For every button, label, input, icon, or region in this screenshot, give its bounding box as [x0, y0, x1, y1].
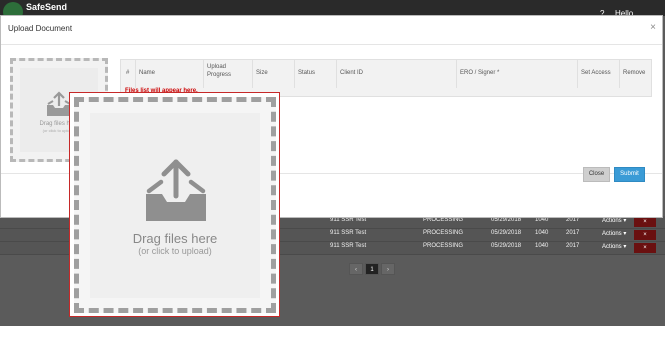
client-cell: 911 SSR Test — [330, 243, 367, 249]
year-cell: 2017 — [566, 230, 580, 236]
column-header: Name — [139, 70, 156, 76]
pager-prev-button[interactable]: ‹ — [349, 263, 363, 275]
column-header: Status — [298, 70, 316, 76]
date-cell: 05/29/2018 — [491, 243, 522, 249]
client-cell: 911 SSR Test — [330, 230, 367, 236]
close-icon[interactable]: × — [650, 22, 656, 33]
status-cell: PROCESSING — [423, 230, 464, 236]
column-header: ERO / Signer * — [460, 70, 500, 76]
upload-tray-icon — [146, 159, 206, 221]
column-header: Remove — [623, 70, 646, 76]
actions-dropdown[interactable]: Actions ▾ — [602, 230, 626, 237]
form-cell: 1040 — [535, 243, 549, 249]
column-header: Size — [256, 70, 268, 76]
actions-dropdown[interactable]: Actions ▾ — [602, 243, 626, 250]
submit-button[interactable]: Submit — [614, 167, 645, 182]
column-header: # — [126, 70, 130, 76]
app-header: SafeSend ? Hello, ________ — [0, 0, 665, 27]
column-header: Client ID — [340, 70, 364, 76]
dropzone-zoomed-subtitle: (or click to upload) — [138, 246, 212, 256]
form-cell: 1040 — [535, 230, 549, 236]
delete-button[interactable]: × — [634, 230, 656, 240]
dropzone-zoom-callout: Drag files here (or click to upload) — [69, 92, 280, 317]
column-header: Upload Progress — [207, 64, 232, 78]
year-cell: 2017 — [566, 243, 580, 249]
pager-page-button[interactable]: 1 — [365, 263, 379, 275]
dropzone-zoomed[interactable]: Drag files here (or click to upload) — [74, 97, 276, 313]
pager-next-button[interactable]: › — [381, 263, 395, 275]
close-button[interactable]: Close — [583, 167, 610, 182]
modal-title: Upload Document — [8, 24, 73, 33]
status-cell: PROCESSING — [423, 243, 464, 249]
column-header: Set Access — [581, 70, 611, 76]
actions-dropdown[interactable]: Actions ▾ — [602, 217, 626, 224]
delete-button[interactable]: × — [634, 243, 656, 253]
dropzone-zoomed-inner: Drag files here (or click to upload) — [90, 113, 260, 298]
modal-header: Upload Document × — [1, 16, 662, 45]
dropzone-zoomed-title: Drag files here — [132, 231, 218, 246]
app-logo-text: SafeSend — [26, 2, 68, 12]
delete-button[interactable]: × — [634, 217, 656, 227]
date-cell: 05/29/2018 — [491, 230, 522, 236]
